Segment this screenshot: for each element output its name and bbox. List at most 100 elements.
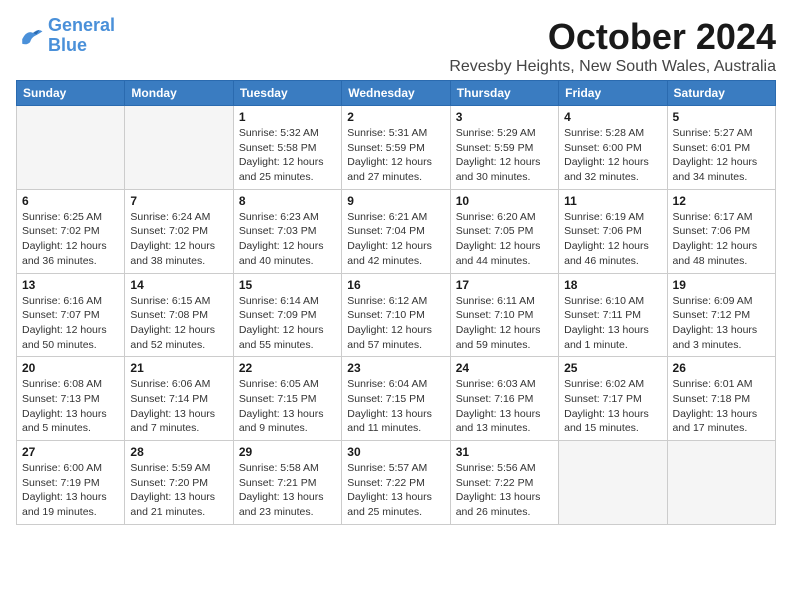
day-number: 28 xyxy=(130,445,227,459)
calendar-cell: 27Sunrise: 6:00 AM Sunset: 7:19 PM Dayli… xyxy=(17,441,125,525)
day-info: Sunrise: 6:21 AM Sunset: 7:04 PM Dayligh… xyxy=(347,210,444,269)
day-number: 9 xyxy=(347,194,444,208)
calendar-day-header: Sunday xyxy=(17,81,125,106)
day-number: 11 xyxy=(564,194,661,208)
day-info: Sunrise: 6:09 AM Sunset: 7:12 PM Dayligh… xyxy=(673,294,770,353)
logo-icon xyxy=(16,22,44,50)
day-info: Sunrise: 6:19 AM Sunset: 7:06 PM Dayligh… xyxy=(564,210,661,269)
day-info: Sunrise: 5:57 AM Sunset: 7:22 PM Dayligh… xyxy=(347,461,444,520)
day-info: Sunrise: 6:01 AM Sunset: 7:18 PM Dayligh… xyxy=(673,377,770,436)
calendar-cell: 4 Sunrise: 5:28 AM Sunset: 6:00 PM Daylig… xyxy=(559,106,667,190)
calendar-cell: 1 Sunrise: 5:32 AM Sunset: 5:58 PM Daylig… xyxy=(233,106,341,190)
calendar-cell: 11 Sunrise: 6:19 AM Sunset: 7:06 PM Dayli… xyxy=(559,189,667,273)
calendar-cell: 29 Sunrise: 5:58 AM Sunset: 7:21 PM Dayli… xyxy=(233,441,341,525)
calendar-week-row: 13 Sunrise: 6:16 AM Sunset: 7:07 PM Dayli… xyxy=(17,273,776,357)
calendar-cell: 24Sunrise: 6:03 AM Sunset: 7:16 PM Dayli… xyxy=(450,357,558,441)
calendar-cell: 21 Sunrise: 6:06 AM Sunset: 7:14 PM Dayli… xyxy=(125,357,233,441)
day-info: Sunrise: 5:58 AM Sunset: 7:21 PM Dayligh… xyxy=(239,461,336,520)
calendar-week-row: 6 Sunrise: 6:25 AM Sunset: 7:02 PM Daylig… xyxy=(17,189,776,273)
day-info: Sunrise: 6:10 AM Sunset: 7:11 PM Dayligh… xyxy=(564,294,661,353)
calendar-week-row: 1 Sunrise: 5:32 AM Sunset: 5:58 PM Daylig… xyxy=(17,106,776,190)
day-number: 4 xyxy=(564,110,661,124)
day-number: 5 xyxy=(673,110,770,124)
day-info: Sunrise: 6:20 AM Sunset: 7:05 PM Dayligh… xyxy=(456,210,553,269)
calendar-table: SundayMondayTuesdayWednesdayThursdayFrid… xyxy=(16,80,776,525)
calendar-day-header: Thursday xyxy=(450,81,558,106)
day-number: 10 xyxy=(456,194,553,208)
calendar-cell xyxy=(17,106,125,190)
day-number: 20 xyxy=(22,361,119,375)
calendar-day-header: Wednesday xyxy=(342,81,450,106)
day-number: 15 xyxy=(239,278,336,292)
day-number: 1 xyxy=(239,110,336,124)
day-number: 18 xyxy=(564,278,661,292)
page-header: General Blue October 2024 Revesby Height… xyxy=(16,16,776,76)
calendar-cell xyxy=(559,441,667,525)
calendar-cell: 3Sunrise: 5:29 AM Sunset: 5:59 PM Daylig… xyxy=(450,106,558,190)
calendar-cell: 7 Sunrise: 6:24 AM Sunset: 7:02 PM Daylig… xyxy=(125,189,233,273)
calendar-day-header: Friday xyxy=(559,81,667,106)
calendar-day-header: Monday xyxy=(125,81,233,106)
calendar-cell: 5Sunrise: 5:27 AM Sunset: 6:01 PM Daylig… xyxy=(667,106,775,190)
calendar-cell: 23 Sunrise: 6:04 AM Sunset: 7:15 PM Dayli… xyxy=(342,357,450,441)
day-number: 22 xyxy=(239,361,336,375)
calendar-cell: 10 Sunrise: 6:20 AM Sunset: 7:05 PM Dayli… xyxy=(450,189,558,273)
calendar-cell: 18 Sunrise: 6:10 AM Sunset: 7:11 PM Dayli… xyxy=(559,273,667,357)
calendar-cell: 19 Sunrise: 6:09 AM Sunset: 7:12 PM Dayli… xyxy=(667,273,775,357)
day-info: Sunrise: 6:08 AM Sunset: 7:13 PM Dayligh… xyxy=(22,377,119,436)
calendar-cell: 25 Sunrise: 6:02 AM Sunset: 7:17 PM Dayli… xyxy=(559,357,667,441)
logo: General Blue xyxy=(16,16,115,56)
day-info: Sunrise: 6:02 AM Sunset: 7:17 PM Dayligh… xyxy=(564,377,661,436)
day-number: 2 xyxy=(347,110,444,124)
day-number: 26 xyxy=(673,361,770,375)
calendar-cell: 28 Sunrise: 5:59 AM Sunset: 7:20 PM Dayli… xyxy=(125,441,233,525)
day-info: Sunrise: 6:14 AM Sunset: 7:09 PM Dayligh… xyxy=(239,294,336,353)
month-title: October 2024 xyxy=(449,16,776,58)
calendar-cell: 22 Sunrise: 6:05 AM Sunset: 7:15 PM Dayli… xyxy=(233,357,341,441)
day-number: 8 xyxy=(239,194,336,208)
day-number: 17 xyxy=(456,278,553,292)
calendar-week-row: 20 Sunrise: 6:08 AM Sunset: 7:13 PM Dayli… xyxy=(17,357,776,441)
day-info: Sunrise: 6:24 AM Sunset: 7:02 PM Dayligh… xyxy=(130,210,227,269)
calendar-cell: 26 Sunrise: 6:01 AM Sunset: 7:18 PM Dayli… xyxy=(667,357,775,441)
calendar-day-header: Tuesday xyxy=(233,81,341,106)
calendar-cell xyxy=(667,441,775,525)
day-number: 7 xyxy=(130,194,227,208)
day-info: Sunrise: 6:16 AM Sunset: 7:07 PM Dayligh… xyxy=(22,294,119,353)
day-info: Sunrise: 6:04 AM Sunset: 7:15 PM Dayligh… xyxy=(347,377,444,436)
calendar-cell: 14Sunrise: 6:15 AM Sunset: 7:08 PM Dayli… xyxy=(125,273,233,357)
day-number: 29 xyxy=(239,445,336,459)
day-number: 25 xyxy=(564,361,661,375)
calendar-cell: 9 Sunrise: 6:21 AM Sunset: 7:04 PM Daylig… xyxy=(342,189,450,273)
day-info: Sunrise: 6:00 AM Sunset: 7:19 PM Dayligh… xyxy=(22,461,119,520)
calendar-cell: 17 Sunrise: 6:11 AM Sunset: 7:10 PM Dayli… xyxy=(450,273,558,357)
day-number: 16 xyxy=(347,278,444,292)
calendar-cell: 16 Sunrise: 6:12 AM Sunset: 7:10 PM Dayli… xyxy=(342,273,450,357)
day-info: Sunrise: 6:06 AM Sunset: 7:14 PM Dayligh… xyxy=(130,377,227,436)
day-number: 30 xyxy=(347,445,444,459)
day-number: 13 xyxy=(22,278,119,292)
day-number: 31 xyxy=(456,445,553,459)
day-number: 12 xyxy=(673,194,770,208)
day-info: Sunrise: 6:05 AM Sunset: 7:15 PM Dayligh… xyxy=(239,377,336,436)
day-info: Sunrise: 6:12 AM Sunset: 7:10 PM Dayligh… xyxy=(347,294,444,353)
calendar-cell: 31Sunrise: 5:56 AM Sunset: 7:22 PM Dayli… xyxy=(450,441,558,525)
calendar-cell: 8Sunrise: 6:23 AM Sunset: 7:03 PM Daylig… xyxy=(233,189,341,273)
day-number: 19 xyxy=(673,278,770,292)
calendar-cell: 20 Sunrise: 6:08 AM Sunset: 7:13 PM Dayli… xyxy=(17,357,125,441)
day-info: Sunrise: 6:25 AM Sunset: 7:02 PM Dayligh… xyxy=(22,210,119,269)
day-info: Sunrise: 5:59 AM Sunset: 7:20 PM Dayligh… xyxy=(130,461,227,520)
day-info: Sunrise: 5:28 AM Sunset: 6:00 PM Dayligh… xyxy=(564,126,661,185)
calendar-day-header: Saturday xyxy=(667,81,775,106)
day-info: Sunrise: 6:11 AM Sunset: 7:10 PM Dayligh… xyxy=(456,294,553,353)
logo-text: General Blue xyxy=(48,16,115,56)
day-number: 23 xyxy=(347,361,444,375)
calendar-cell: 12Sunrise: 6:17 AM Sunset: 7:06 PM Dayli… xyxy=(667,189,775,273)
day-info: Sunrise: 5:32 AM Sunset: 5:58 PM Dayligh… xyxy=(239,126,336,185)
calendar-header-row: SundayMondayTuesdayWednesdayThursdayFrid… xyxy=(17,81,776,106)
calendar-cell: 13 Sunrise: 6:16 AM Sunset: 7:07 PM Dayli… xyxy=(17,273,125,357)
day-number: 21 xyxy=(130,361,227,375)
day-info: Sunrise: 6:03 AM Sunset: 7:16 PM Dayligh… xyxy=(456,377,553,436)
day-number: 6 xyxy=(22,194,119,208)
day-number: 3 xyxy=(456,110,553,124)
